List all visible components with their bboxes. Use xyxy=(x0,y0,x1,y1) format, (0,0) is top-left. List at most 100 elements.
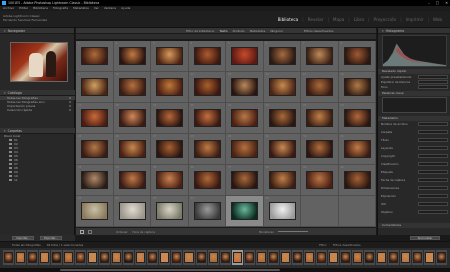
navigator-preview[interactable] xyxy=(10,42,68,82)
filmstrip-thumbnail[interactable] xyxy=(111,250,123,265)
import-button[interactable]: Importar... xyxy=(12,236,34,240)
metadata-field[interactable] xyxy=(418,178,448,182)
photo-thumbnail[interactable] xyxy=(268,140,296,158)
module-biblioteca[interactable]: Biblioteca xyxy=(278,16,299,24)
photo-thumbnail[interactable] xyxy=(231,202,258,220)
photo-thumbnail[interactable] xyxy=(193,109,221,127)
grid-cell[interactable]: 23 xyxy=(301,103,339,134)
photo-thumbnail[interactable] xyxy=(156,78,183,96)
grid-cell[interactable]: 30 xyxy=(263,134,301,165)
filmstrip-thumbnail[interactable] xyxy=(207,250,219,265)
photo-thumbnail[interactable] xyxy=(118,78,146,96)
photo-thumbnail[interactable] xyxy=(156,47,183,65)
quick-develop-header[interactable]: Revelado rápido xyxy=(378,69,450,74)
grid-cell[interactable]: 40 xyxy=(338,165,376,196)
grid-cell[interactable]: 1 xyxy=(76,41,114,72)
metadata-field[interactable] xyxy=(418,202,448,206)
photo-thumbnail[interactable] xyxy=(193,140,221,158)
grid-cell[interactable]: 39 xyxy=(301,165,339,196)
collapse-triangle-icon[interactable]: ▾ xyxy=(4,129,6,133)
grid-cell[interactable]: 35 xyxy=(151,165,189,196)
module-proyeccion[interactable]: Proyección xyxy=(374,16,397,24)
filmstrip-thumbnail[interactable] xyxy=(99,250,111,265)
metadata-row[interactable]: Etiqueta xyxy=(381,170,448,174)
photo-thumbnail[interactable] xyxy=(268,171,296,189)
filmstrip-thumbnail[interactable] xyxy=(147,250,159,265)
grid-cell[interactable]: 24 xyxy=(338,103,376,134)
metadata-field[interactable] xyxy=(418,122,448,126)
qd-row[interactable]: Equilibrio de blancos xyxy=(381,80,448,84)
metadata-row[interactable]: Exposición xyxy=(381,194,448,198)
filmstrip-thumbnail[interactable] xyxy=(39,250,51,265)
filmstrip-thumbnail[interactable] xyxy=(303,250,315,265)
sort-value[interactable]: Hora de captura xyxy=(132,228,155,236)
photo-thumbnail[interactable] xyxy=(118,171,146,189)
photo-thumbnail[interactable] xyxy=(81,202,108,220)
photo-thumbnail[interactable] xyxy=(268,109,296,127)
sync-button[interactable]: Sincronizar xyxy=(410,236,440,240)
grid-cell[interactable]: 26 xyxy=(113,134,151,165)
filmstrip-thumbnail[interactable] xyxy=(171,250,183,265)
grid-cell[interactable]: 10 xyxy=(113,72,151,103)
comments-header[interactable]: Comentarios xyxy=(378,223,450,228)
catalog-item[interactable]: Colección rápida 0 xyxy=(0,108,75,112)
grid-cell[interactable]: 46 xyxy=(263,196,301,227)
photo-thumbnail[interactable] xyxy=(193,78,221,96)
photo-thumbnail[interactable] xyxy=(81,140,108,158)
grid-cell[interactable]: 34 xyxy=(113,165,151,196)
filmstrip-thumbnail[interactable] xyxy=(183,250,195,265)
grid-cell[interactable]: 43 xyxy=(151,196,189,227)
filmstrip-thumbnail[interactable] xyxy=(424,250,436,265)
photo-thumbnail[interactable] xyxy=(81,47,108,65)
filmstrip-thumbnail[interactable] xyxy=(339,250,351,265)
thumbnail-size-slider[interactable] xyxy=(277,231,308,232)
filmstrip-thumbnail[interactable] xyxy=(291,250,303,265)
grid-cell[interactable]: 21 xyxy=(226,103,264,134)
grid-cell[interactable]: 4 xyxy=(188,41,226,72)
photo-thumbnail[interactable] xyxy=(306,171,333,189)
grid-cell[interactable]: 16 xyxy=(338,72,376,103)
grid-cell[interactable]: 6 xyxy=(263,41,301,72)
metadata-row[interactable]: Dimensiones xyxy=(381,186,448,190)
filmstrip-thumbnail[interactable] xyxy=(15,250,27,265)
grid-cell[interactable]: 36 xyxy=(188,165,226,196)
grid-cell[interactable]: 33 xyxy=(76,165,114,196)
grid-cell[interactable]: 2 xyxy=(113,41,151,72)
metadata-field[interactable] xyxy=(418,138,448,142)
photo-thumbnail[interactable] xyxy=(81,171,108,189)
photo-thumbnail[interactable] xyxy=(231,140,258,158)
metadata-field[interactable] xyxy=(418,130,448,134)
histogram-header[interactable]: ▾ Histograma xyxy=(378,28,450,34)
filmstrip-thumbnail[interactable] xyxy=(351,250,363,265)
photo-thumbnail[interactable] xyxy=(118,202,146,220)
grid-cell[interactable]: 41 xyxy=(76,196,114,227)
filmstrip-thumbnail[interactable] xyxy=(51,250,63,265)
photo-thumbnail[interactable] xyxy=(306,78,333,96)
filmstrip-thumbnail[interactable] xyxy=(75,250,87,265)
metadata-field[interactable] xyxy=(418,146,448,150)
photo-thumbnail[interactable] xyxy=(118,47,146,65)
qd-row[interactable]: Tono xyxy=(381,85,448,89)
grid-cell[interactable]: 19 xyxy=(151,103,189,134)
grid-cell[interactable]: 18 xyxy=(113,103,151,134)
collapse-triangle-icon[interactable]: ▾ xyxy=(382,29,384,33)
photo-thumbnail[interactable] xyxy=(156,140,183,158)
grid-cell[interactable]: 9 xyxy=(76,72,114,103)
photo-thumbnail[interactable] xyxy=(156,171,183,189)
module-imprimir[interactable]: Imprimir xyxy=(406,16,424,24)
grid-cell[interactable]: 3 xyxy=(151,41,189,72)
filmstrip-thumbnail[interactable] xyxy=(363,250,375,265)
grid-cell[interactable]: 38 xyxy=(263,165,301,196)
collapse-triangle-icon[interactable]: ▾ xyxy=(4,29,6,33)
filmstrip-thumbnail[interactable] xyxy=(3,250,15,265)
grid-cell[interactable]: 37 xyxy=(226,165,264,196)
filmstrip-thumbnail[interactable] xyxy=(375,250,387,265)
filmstrip-thumbnail[interactable] xyxy=(135,250,147,265)
photo-thumbnail[interactable] xyxy=(81,109,108,127)
photo-thumbnail[interactable] xyxy=(343,47,371,65)
filmstrip-thumbnail[interactable] xyxy=(279,250,291,265)
loupe-view-icon[interactable] xyxy=(88,229,92,234)
module-web[interactable]: Web xyxy=(433,16,442,24)
metadata-field[interactable] xyxy=(418,170,448,174)
grid-cell[interactable]: 5 xyxy=(226,41,264,72)
